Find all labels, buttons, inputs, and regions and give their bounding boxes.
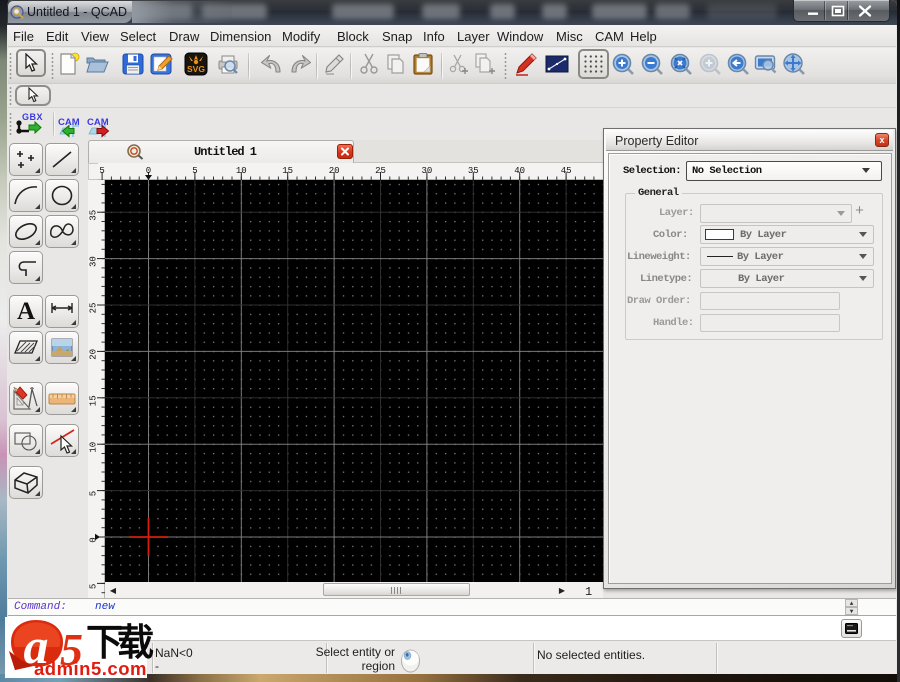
svg-text:30: 30 — [421, 166, 432, 176]
svg-text:A: A — [17, 298, 35, 325]
svg-text:15: 15 — [89, 395, 99, 406]
svg-text:15: 15 — [282, 166, 293, 176]
svg-text:35: 35 — [468, 166, 479, 176]
svg-text:5: 5 — [99, 166, 104, 176]
svg-text:25: 25 — [89, 303, 99, 314]
svg-text:0: 0 — [146, 166, 151, 176]
svg-text:35: 35 — [89, 210, 99, 221]
svg-text:45: 45 — [561, 166, 572, 176]
svg-text:10: 10 — [89, 442, 99, 453]
svg-text:25: 25 — [375, 166, 386, 176]
svg-text:40: 40 — [514, 166, 525, 176]
svg-text:20: 20 — [329, 166, 340, 176]
svg-text:20: 20 — [89, 349, 99, 360]
svg-text:30: 30 — [89, 256, 99, 267]
svg-text:10: 10 — [236, 166, 247, 176]
svg-text:5: 5 — [89, 584, 99, 589]
svg-text:5: 5 — [89, 491, 99, 496]
svg-text:SVG: SVG — [187, 64, 205, 74]
svg-text:5: 5 — [192, 166, 197, 176]
